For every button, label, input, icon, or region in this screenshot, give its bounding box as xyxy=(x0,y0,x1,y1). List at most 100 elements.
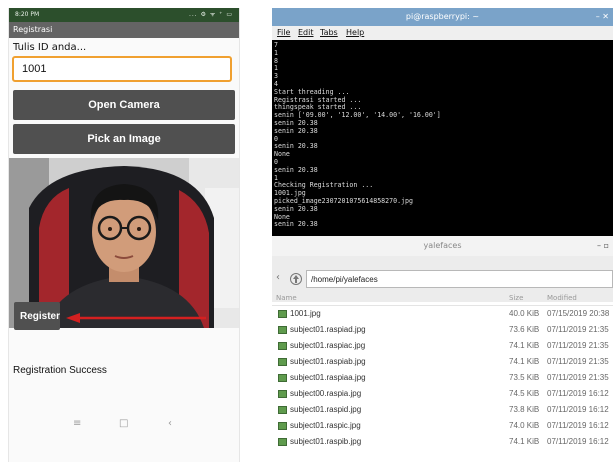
terminal-line: senin 20.38 xyxy=(274,142,318,151)
open-camera-button[interactable]: Open Camera xyxy=(13,90,235,120)
file-size: 74.5 KiB xyxy=(509,389,540,398)
image-file-icon xyxy=(278,438,287,446)
file-manager-title: yalefaces xyxy=(423,241,462,250)
image-file-icon xyxy=(278,358,287,366)
file-name: subject01.raspiab.jpg xyxy=(290,357,366,366)
file-modified: 07/11/2019 21:35 xyxy=(547,373,609,382)
back-arrow-icon[interactable]: ‹ xyxy=(276,272,280,283)
terminal-title-bar: pi@raspberrypi: ~ – ✕ xyxy=(272,8,613,26)
back-nav-icon[interactable]: ‹ xyxy=(168,418,172,429)
file-row[interactable]: subject01.raspic.jpg 74.0 KiB 07/11/2019 1… xyxy=(272,418,613,434)
terminal-menu-bar: File Edit Tabs Help xyxy=(272,26,613,40)
terminal-line: picked_image2307201075614858270.jpg xyxy=(274,196,413,205)
file-manager-window-controls[interactable]: – ▫ xyxy=(597,236,609,256)
file-manager-window: yalefaces – ▫ ‹ Name Size Modified 1001.… xyxy=(272,236,613,462)
file-row[interactable]: 1001.jpg 40.0 KiB 07/15/2019 20:38 xyxy=(272,306,613,322)
file-row[interactable]: subject01.raspid.jpg 73.8 KiB 07/11/2019 1… xyxy=(272,402,613,418)
column-size[interactable]: Size xyxy=(509,294,523,302)
terminal-line: 0 xyxy=(274,134,278,143)
terminal-output[interactable]: 7 1 8 1 3 4 Start threading ... Registrasi star… xyxy=(274,42,610,236)
file-size: 74.0 KiB xyxy=(509,421,540,430)
file-list-header: Name Size Modified xyxy=(272,293,613,306)
file-size: 73.6 KiB xyxy=(509,325,540,334)
file-modified: 07/11/2019 16:12 xyxy=(547,389,609,398)
file-modified: 07/11/2019 16:12 xyxy=(547,437,609,446)
file-name: subject01.raspic.jpg xyxy=(290,421,361,430)
file-size: 74.1 KiB xyxy=(509,357,540,366)
file-row[interactable]: subject01.raspiad.jpg 73.6 KiB 07/11/2019 … xyxy=(272,322,613,338)
terminal-line: 3 xyxy=(274,72,278,81)
menu-file[interactable]: File xyxy=(277,26,290,40)
menu-tabs[interactable]: Tabs xyxy=(320,26,338,40)
terminal-window-controls[interactable]: – ✕ xyxy=(596,8,609,26)
android-nav-bar: ≡ □ ‹ xyxy=(9,410,239,438)
image-file-icon xyxy=(278,422,287,430)
file-row[interactable]: subject01.raspiac.jpg 74.1 KiB 07/11/2019 … xyxy=(272,338,613,354)
file-modified: 07/15/2019 20:38 xyxy=(547,309,610,318)
image-file-icon xyxy=(278,374,287,382)
terminal-line: 8 xyxy=(274,56,278,65)
file-size: 74.1 KiB xyxy=(509,341,540,350)
menu-edit[interactable]: Edit xyxy=(298,26,314,40)
file-name: 1001.jpg xyxy=(290,309,321,318)
terminal-line: senin 20.38 xyxy=(274,118,318,127)
file-modified: 07/11/2019 16:12 xyxy=(547,421,609,430)
red-arrow-annotation xyxy=(66,313,206,323)
register-button[interactable]: Register xyxy=(14,302,60,330)
status-bar: 8:20 PM ... ⚙ ᯤ ⁺ ▭ xyxy=(9,8,239,22)
image-file-icon xyxy=(278,310,287,318)
image-file-icon xyxy=(278,390,287,398)
phone-screen: 8:20 PM ... ⚙ ᯤ ⁺ ▭ Registrasi Tulis ID … xyxy=(8,8,240,462)
file-size: 40.0 KiB xyxy=(509,309,540,318)
file-size: 73.5 KiB xyxy=(509,373,540,382)
terminal-line: 1 xyxy=(274,64,278,73)
terminal-line: 0 xyxy=(274,157,278,166)
terminal-line: senin 20.38 xyxy=(274,126,318,135)
file-modified: 07/11/2019 16:12 xyxy=(547,405,609,414)
go-up-icon[interactable] xyxy=(290,271,302,290)
file-modified: 07/11/2019 21:35 xyxy=(547,325,609,334)
terminal-line: None xyxy=(274,212,290,221)
terminal-line: senin 20.38 xyxy=(274,220,318,229)
id-input[interactable] xyxy=(12,56,232,82)
file-name: subject01.raspiac.jpg xyxy=(290,341,366,350)
path-input[interactable] xyxy=(306,270,613,288)
file-modified: 07/11/2019 21:35 xyxy=(547,357,609,366)
file-row[interactable]: subject00.raspia.jpg 74.5 KiB 07/11/2019 1… xyxy=(272,386,613,402)
status-time: 8:20 PM xyxy=(15,11,40,18)
column-name[interactable]: Name xyxy=(276,294,297,302)
file-size: 73.8 KiB xyxy=(509,405,540,414)
image-file-icon xyxy=(278,342,287,350)
registration-status-text: Registration Success xyxy=(13,365,107,376)
terminal-line: 7 xyxy=(274,42,278,49)
image-file-icon xyxy=(278,406,287,414)
file-modified: 07/11/2019 21:35 xyxy=(547,341,609,350)
terminal-line: senin 20.38 xyxy=(274,204,318,213)
terminal-line: 1 xyxy=(274,48,278,57)
file-row[interactable]: subject01.raspiab.jpg 74.1 KiB 07/11/2019 … xyxy=(272,354,613,370)
app-title: Registrasi xyxy=(13,25,53,34)
file-row[interactable]: subject01.raspiaa.jpg 73.5 KiB 07/11/2019 … xyxy=(272,370,613,386)
terminal-line: Checking Registration ... xyxy=(274,181,374,190)
status-icons: ... ⚙ ᯤ ⁺ ▭ xyxy=(188,11,233,18)
file-size: 74.1 KiB xyxy=(509,437,540,446)
home-nav-icon[interactable]: □ xyxy=(119,418,128,429)
file-name: subject01.raspiaa.jpg xyxy=(290,373,366,382)
menu-help[interactable]: Help xyxy=(346,26,364,40)
id-prompt-label: Tulis ID anda... xyxy=(13,42,87,53)
menu-nav-icon[interactable]: ≡ xyxy=(73,418,81,429)
image-file-icon xyxy=(278,326,287,334)
file-name: subject01.raspiad.jpg xyxy=(290,325,366,334)
file-name: subject01.raspid.jpg xyxy=(290,405,362,414)
terminal-line: senin ['09.00', '12.00', '14.00', '16.00… xyxy=(274,111,441,120)
app-title-bar: Registrasi xyxy=(9,22,239,38)
terminal-line: senin 20.38 xyxy=(274,165,318,174)
file-name: subject00.raspia.jpg xyxy=(290,389,362,398)
file-row[interactable]: subject01.raspib.jpg 74.1 KiB 07/11/2019 1… xyxy=(272,434,613,450)
column-modified[interactable]: Modified xyxy=(547,294,577,302)
file-manager-title-bar: yalefaces – ▫ xyxy=(272,236,613,256)
terminal-line: None xyxy=(274,150,290,159)
file-name: subject01.raspib.jpg xyxy=(290,437,362,446)
terminal-window: pi@raspberrypi: ~ – ✕ File Edit Tabs Hel… xyxy=(272,8,613,236)
pick-image-button[interactable]: Pick an Image xyxy=(13,124,235,154)
